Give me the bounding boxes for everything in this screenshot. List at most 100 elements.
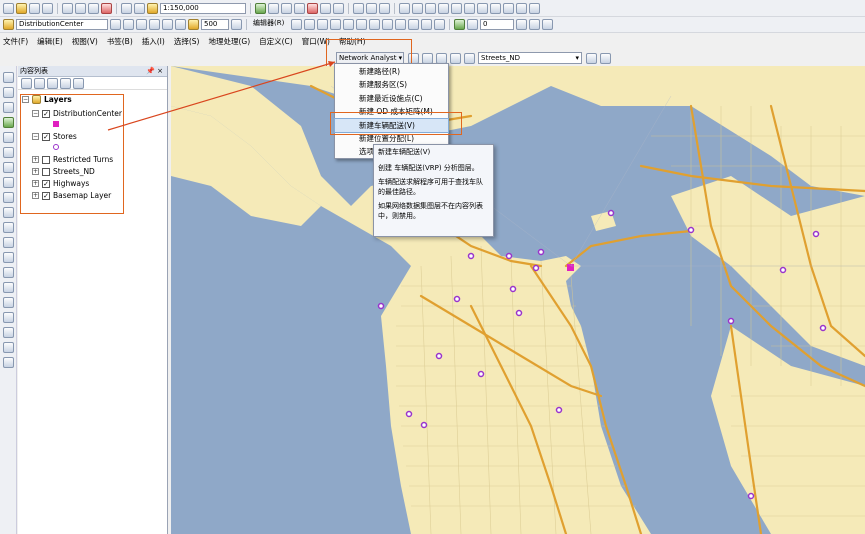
- rotate-tool-icon[interactable]: [395, 19, 406, 30]
- build-network-icon[interactable]: [586, 53, 597, 64]
- rotate-icon[interactable]: [438, 2, 449, 14]
- clear-selection-icon[interactable]: [2, 207, 14, 218]
- network-dataset-combo[interactable]: Streets_ND ▾: [478, 52, 582, 64]
- viewer-icon[interactable]: [2, 357, 14, 368]
- network-tool-icon[interactable]: [353, 2, 364, 14]
- menu-item-5[interactable]: 选择(S): [174, 36, 200, 47]
- redo-icon[interactable]: [134, 2, 145, 14]
- layer-visibility-checkbox[interactable]: [42, 167, 50, 176]
- table-icon[interactable]: [490, 2, 501, 14]
- paste-icon[interactable]: [88, 2, 99, 14]
- endpoint-arc-icon[interactable]: [330, 19, 341, 30]
- toc-pin-close[interactable]: 📌 ×: [146, 66, 163, 76]
- print-icon[interactable]: [42, 2, 53, 14]
- menu-item-new-analysis[interactable]: 新建最近设施点(C): [335, 92, 448, 105]
- menu-item-new-analysis[interactable]: 新建路径(R): [335, 65, 448, 78]
- point-icon[interactable]: [356, 19, 367, 30]
- layer-visibility-checkbox[interactable]: ✓: [42, 109, 50, 118]
- hyperlink-icon[interactable]: [2, 252, 14, 263]
- menu-item-4[interactable]: 插入(I): [142, 36, 165, 47]
- list-by-visibility-icon[interactable]: [47, 77, 58, 89]
- full-extent-tool-icon[interactable]: [2, 117, 14, 128]
- toc-window-icon[interactable]: [268, 2, 279, 14]
- menu-item-6[interactable]: 地理处理(G): [208, 36, 250, 47]
- network-identify-icon[interactable]: [600, 53, 611, 64]
- properties-icon[interactable]: [421, 19, 432, 30]
- georef-icon[interactable]: [516, 19, 527, 30]
- pan-tool-icon[interactable]: [2, 102, 14, 113]
- edit-vertex-icon[interactable]: [399, 2, 410, 14]
- catalog-window-icon[interactable]: [281, 2, 292, 14]
- reshape-icon[interactable]: [412, 2, 423, 14]
- editor-toolbar-icon[interactable]: [255, 2, 266, 14]
- measure-icon[interactable]: [2, 282, 14, 293]
- attributes-icon[interactable]: [451, 2, 462, 14]
- layer-visibility-checkbox[interactable]: ✓: [42, 179, 50, 188]
- search-window-icon[interactable]: [294, 2, 305, 14]
- editor-menu[interactable]: 编辑器(R): [251, 19, 289, 30]
- zoom-out-icon[interactable]: [2, 87, 14, 98]
- layout-icon[interactable]: [162, 19, 173, 30]
- zoom-dropdown-icon[interactable]: [231, 19, 242, 30]
- list-by-selection-icon[interactable]: [60, 77, 71, 89]
- layer-visibility-checkbox[interactable]: ✓: [42, 191, 50, 200]
- python-window-icon[interactable]: [320, 2, 331, 14]
- trace-icon[interactable]: [343, 19, 354, 30]
- menu-item-1[interactable]: 编辑(E): [37, 36, 63, 47]
- menu-item-new-analysis[interactable]: 新建服务区(S): [335, 78, 448, 91]
- toc-options-icon[interactable]: [73, 77, 84, 89]
- toc-layer-row[interactable]: + Streets_ND: [32, 167, 95, 176]
- info-icon[interactable]: [2, 237, 14, 248]
- new-document-icon[interactable]: [3, 2, 14, 14]
- route-icon[interactable]: [2, 312, 14, 323]
- zoom-box-icon[interactable]: [188, 19, 199, 30]
- expand-icon[interactable]: +: [32, 180, 39, 187]
- scale-combo[interactable]: 1:150,000: [160, 2, 246, 14]
- identify-icon[interactable]: [175, 19, 186, 30]
- back-icon[interactable]: [2, 162, 14, 173]
- map-view[interactable]: [171, 66, 865, 534]
- create-features-icon[interactable]: [434, 19, 445, 30]
- layer-visibility-checkbox[interactable]: [42, 155, 50, 164]
- delete-icon[interactable]: [101, 2, 112, 14]
- lock-icon[interactable]: [379, 2, 390, 14]
- add-data-icon[interactable]: [147, 2, 158, 14]
- forward-icon[interactable]: [2, 177, 14, 188]
- link-icon[interactable]: [529, 19, 540, 30]
- toc-layer-row[interactable]: + ✓ Basemap Layer: [32, 191, 111, 200]
- open-icon[interactable]: [16, 2, 27, 14]
- snapping-icon[interactable]: [477, 2, 488, 14]
- split-icon[interactable]: [425, 2, 436, 14]
- layer-visibility-checkbox[interactable]: ✓: [42, 132, 50, 141]
- refresh-icon[interactable]: [529, 2, 540, 14]
- full-extent-icon[interactable]: [110, 19, 121, 30]
- angle-combo[interactable]: 0: [480, 19, 514, 30]
- collapse-icon[interactable]: −: [32, 110, 39, 117]
- map-document-combo[interactable]: DistributionCenter: [16, 19, 108, 30]
- menu-item-2[interactable]: 视图(V): [72, 36, 98, 47]
- toc-layer-row[interactable]: − ✓ Stores: [32, 132, 77, 141]
- zoom-combo[interactable]: 500: [201, 19, 229, 30]
- select-features-icon[interactable]: [2, 192, 14, 203]
- topology-icon[interactable]: [516, 2, 527, 14]
- expand-icon[interactable]: +: [32, 156, 39, 163]
- html-popup-icon[interactable]: [2, 267, 14, 278]
- split-tool-icon[interactable]: [369, 19, 380, 30]
- arctoolbox-icon[interactable]: [307, 2, 318, 14]
- curve-icon[interactable]: [317, 19, 328, 30]
- copy-icon[interactable]: [75, 2, 86, 14]
- toc-layer-row[interactable]: − ✓ DistributionCenter: [32, 109, 122, 118]
- save-icon[interactable]: [29, 2, 40, 14]
- collapse-icon[interactable]: −: [32, 133, 39, 140]
- cut-polygons-icon[interactable]: [382, 19, 393, 30]
- next-extent-icon[interactable]: [136, 19, 147, 30]
- menu-item-3[interactable]: 书签(B): [107, 36, 133, 47]
- pen-icon[interactable]: [366, 2, 377, 14]
- previous-extent-icon[interactable]: [123, 19, 134, 30]
- fixed-zoom-in-icon[interactable]: [2, 132, 14, 143]
- select-elements-icon[interactable]: [2, 222, 14, 233]
- undo-icon[interactable]: [121, 2, 132, 14]
- expand-icon[interactable]: +: [32, 168, 39, 175]
- sketch-properties-icon[interactable]: [464, 2, 475, 14]
- fixed-zoom-out-icon[interactable]: [2, 147, 14, 158]
